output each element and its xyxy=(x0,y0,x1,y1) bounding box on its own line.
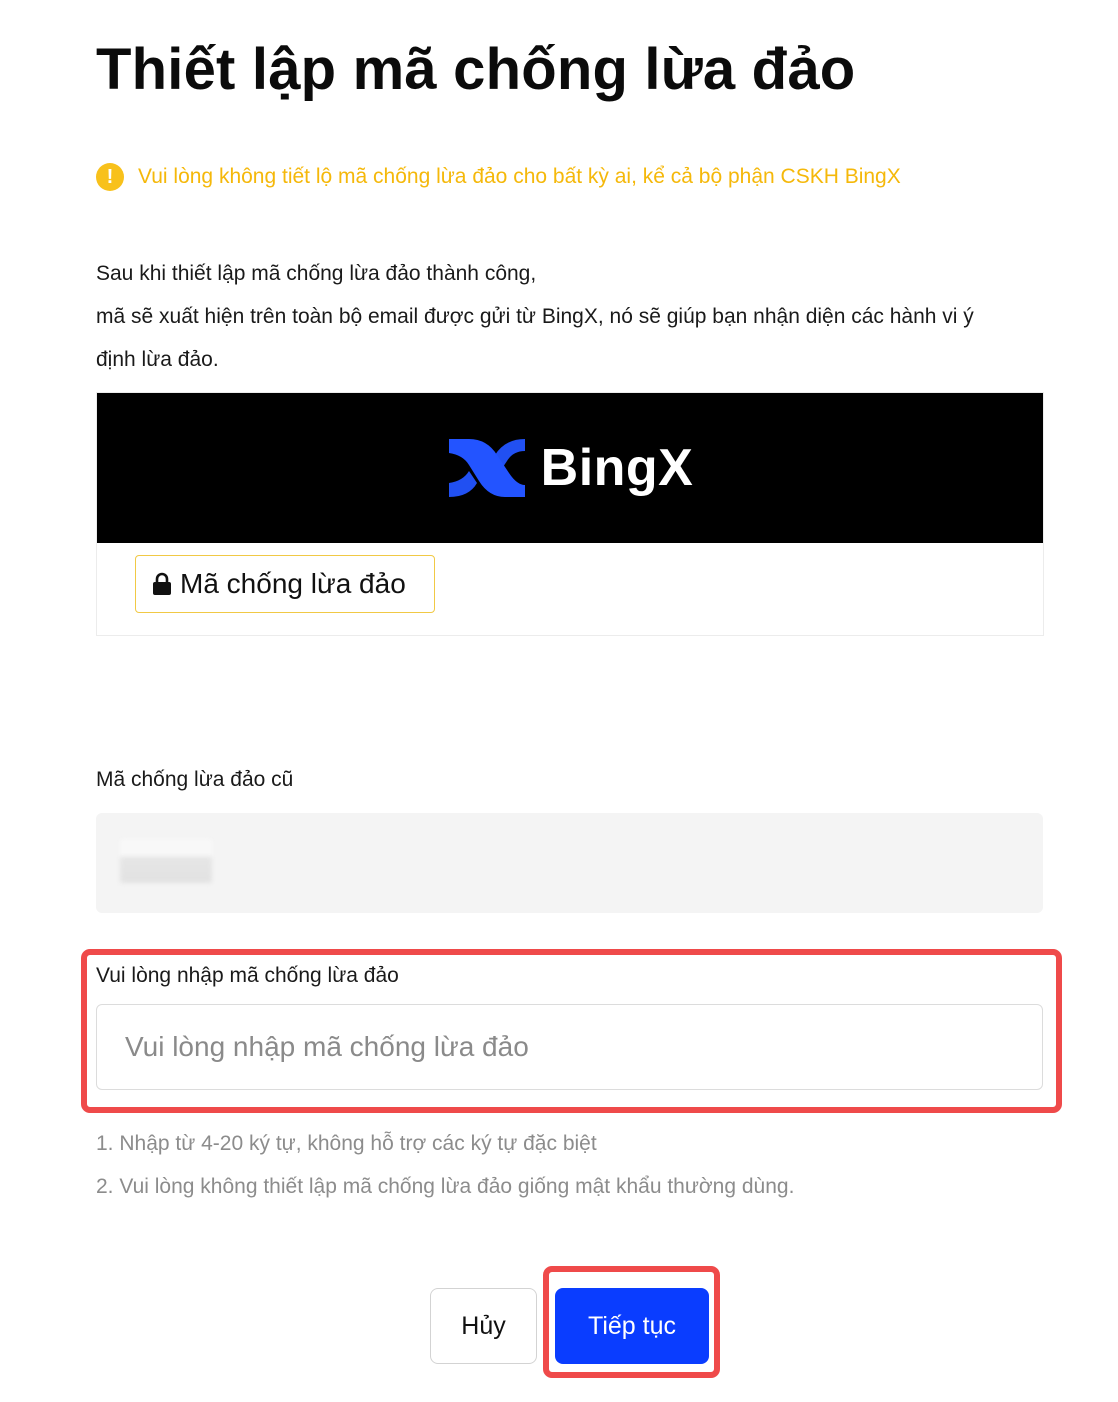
new-code-input[interactable] xyxy=(96,1004,1043,1090)
new-code-label: Vui lòng nhập mã chống lừa đảo xyxy=(96,964,399,987)
old-code-value-redacted xyxy=(120,839,212,883)
page-title: Thiết lập mã chống lừa đảo xyxy=(96,37,856,102)
input-rules: 1. Nhập từ 4-20 ký tự, không hỗ trợ các … xyxy=(96,1122,794,1208)
description-line-2: mã sẽ xuất hiện trên toàn bộ email được … xyxy=(96,305,974,328)
anti-phishing-code-chip: Mã chống lừa đảo xyxy=(135,555,435,613)
bingx-logo-icon xyxy=(448,439,525,497)
warning-notice: ! Vui lòng không tiết lộ mã chống lừa đả… xyxy=(96,163,901,191)
continue-button[interactable]: Tiếp tục xyxy=(555,1288,709,1364)
old-code-label: Mã chống lừa đảo cũ xyxy=(96,768,294,791)
code-chip-label: Mã chống lừa đảo xyxy=(180,568,406,599)
lock-icon xyxy=(153,572,171,595)
description: Sau khi thiết lập mã chống lừa đảo thành… xyxy=(96,252,1056,381)
description-line-1: Sau khi thiết lập mã chống lừa đảo thành… xyxy=(96,262,537,285)
email-preview-banner: BingX xyxy=(97,393,1043,543)
warning-text: Vui lòng không tiết lộ mã chống lừa đảo … xyxy=(138,165,901,188)
rule-item-1: 1. Nhập từ 4-20 ký tự, không hỗ trợ các … xyxy=(96,1132,597,1155)
old-code-field xyxy=(96,813,1043,913)
description-line-3: định lừa đảo. xyxy=(96,348,219,371)
brand-name: BingX xyxy=(540,439,694,497)
cancel-button[interactable]: Hủy xyxy=(430,1288,537,1364)
email-preview: BingX Mã chống lừa đảo xyxy=(96,392,1044,636)
info-icon: ! xyxy=(96,163,124,191)
rule-item-2: 2. Vui lòng không thiết lập mã chống lừa… xyxy=(96,1175,795,1198)
